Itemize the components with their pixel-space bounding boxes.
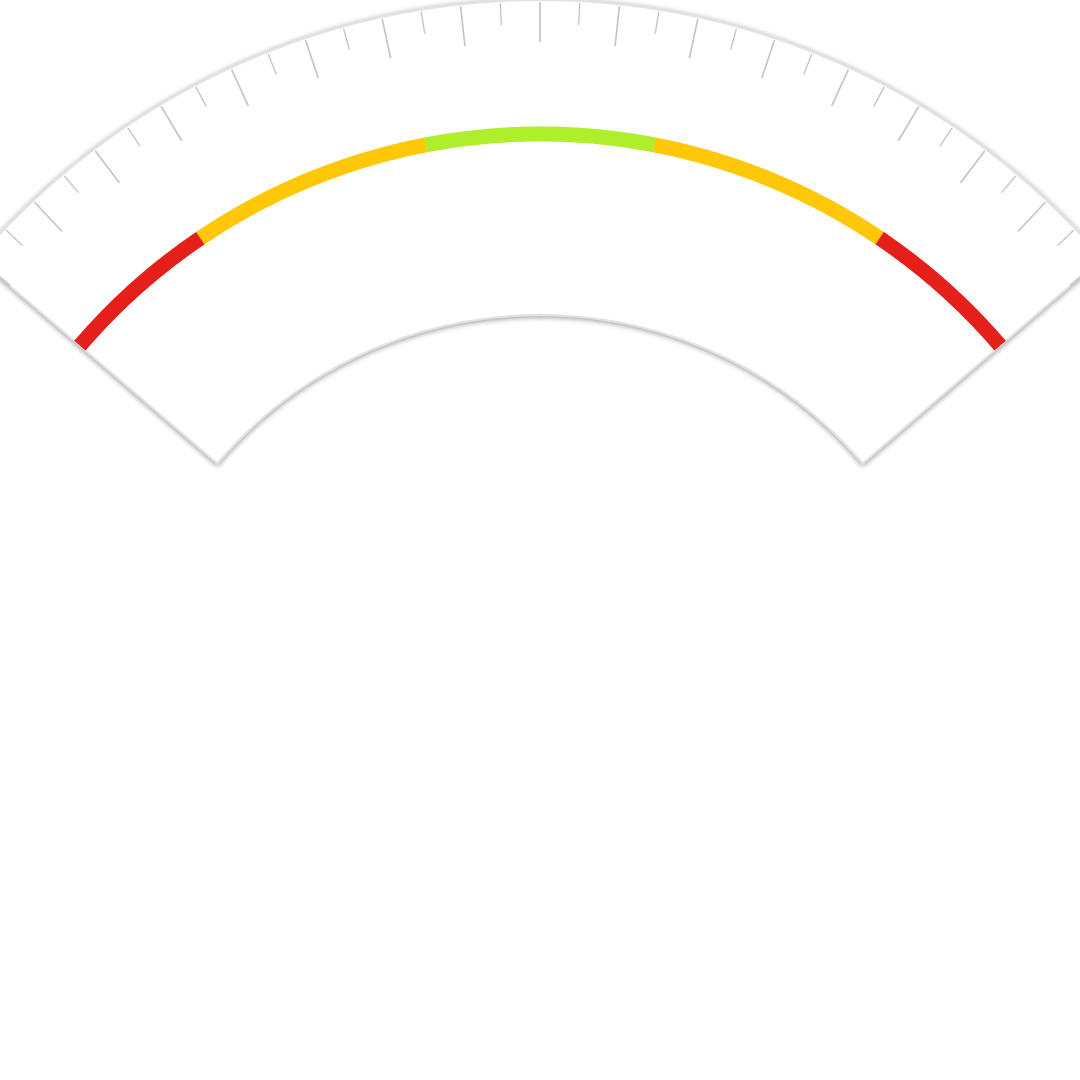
gauge-face: [0, 0, 1080, 465]
gauge-widget: [0, 0, 1080, 1080]
gauge-dial: [0, 0, 1080, 465]
